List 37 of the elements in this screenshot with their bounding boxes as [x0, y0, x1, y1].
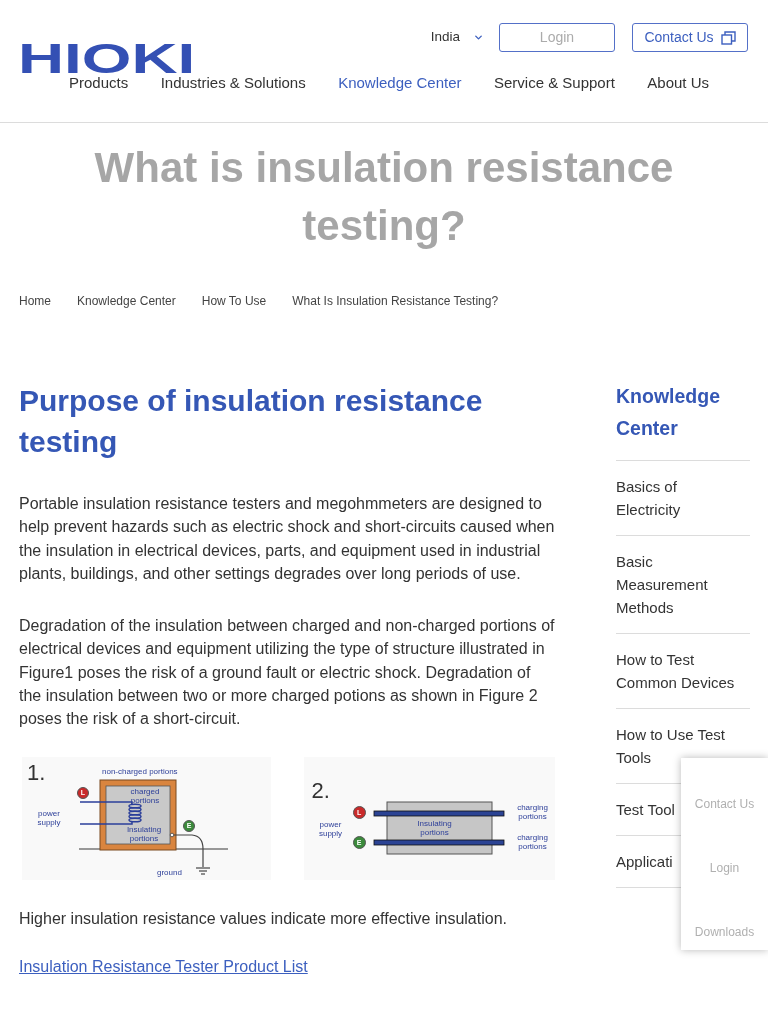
article-heading: Purpose of insulation resistance testing [19, 383, 484, 460]
diagram-label: charging portions [516, 832, 549, 851]
breadcrumb-link[interactable]: Home [19, 293, 51, 309]
figure-number: 1. [27, 760, 46, 785]
contact-button[interactable]: Contact Us [632, 23, 748, 52]
sidebar-heading: Knowledge Center [616, 384, 721, 441]
nav-link[interactable]: About Us [647, 74, 709, 91]
figure-number: 2. [311, 778, 330, 803]
chevron-down-icon [473, 32, 484, 43]
ground-symbol-icon [195, 867, 211, 875]
article-paragraph: Higher insulation resistance values indicate more effective insulation. [19, 908, 508, 929]
diagram-label: ground [157, 867, 182, 877]
region-selector[interactable]: India [430, 23, 484, 52]
ground-wire [169, 832, 204, 868]
breadcrumb-link[interactable]: How To Use [201, 293, 267, 309]
nav-link[interactable]: Knowledge Center [338, 74, 462, 91]
nav-link[interactable]: Service & Support [493, 74, 615, 91]
diagram-label: Insulating portions [416, 818, 453, 837]
sidebar-link[interactable]: Basic Measurement Methods [616, 550, 738, 619]
nav-link[interactable]: Industries & Solutions [160, 74, 306, 91]
overlapping-squares-icon [720, 30, 736, 45]
breadcrumb-link[interactable]: Knowledge Center [77, 293, 176, 309]
diagram-label: charged portions [129, 786, 161, 805]
diagram-label: power supply [36, 808, 62, 827]
product-list-link[interactable]: Insulation Resistance Tester Product List [19, 954, 308, 978]
diagram-label: power supply [317, 819, 344, 838]
sidebar-link[interactable]: Basics of Electricity [616, 475, 738, 521]
sidebar-link[interactable]: How to Test Common Devices [616, 648, 738, 694]
page-title: What is insulation resistance testing? [93, 143, 675, 251]
article-paragraph: Portable insulation resistance testers and megohmmeters are designed to help prevent hazards such as electric shock and short-circuits caused when the insulation in electrical devices, parts, and equipment used in industrial plants, buildings, and other settings degrades over long periods of use. [19, 494, 555, 584]
diagram-label: non-charged portions [102, 766, 178, 776]
diagram-label: Insulating portions [125, 824, 163, 843]
breadcrumb-link[interactable]: What Is Insulation Resistance Testing? [292, 293, 499, 309]
logo[interactable]: HIOKI [18, 44, 196, 74]
diagram-label: charging portions [516, 802, 549, 821]
nav-link[interactable]: Products [69, 74, 129, 91]
article-paragraph: Degradation of the insulation between charged and non-charged portions of electrical devices and equipment utilizing the type of structure illustrated in Figure1 poses the risk of a ground fault or electric shock. Degradation of the insulation between two or more charged potions as shown in Figure 2 poses the risk of a short-circuit. [19, 616, 555, 730]
